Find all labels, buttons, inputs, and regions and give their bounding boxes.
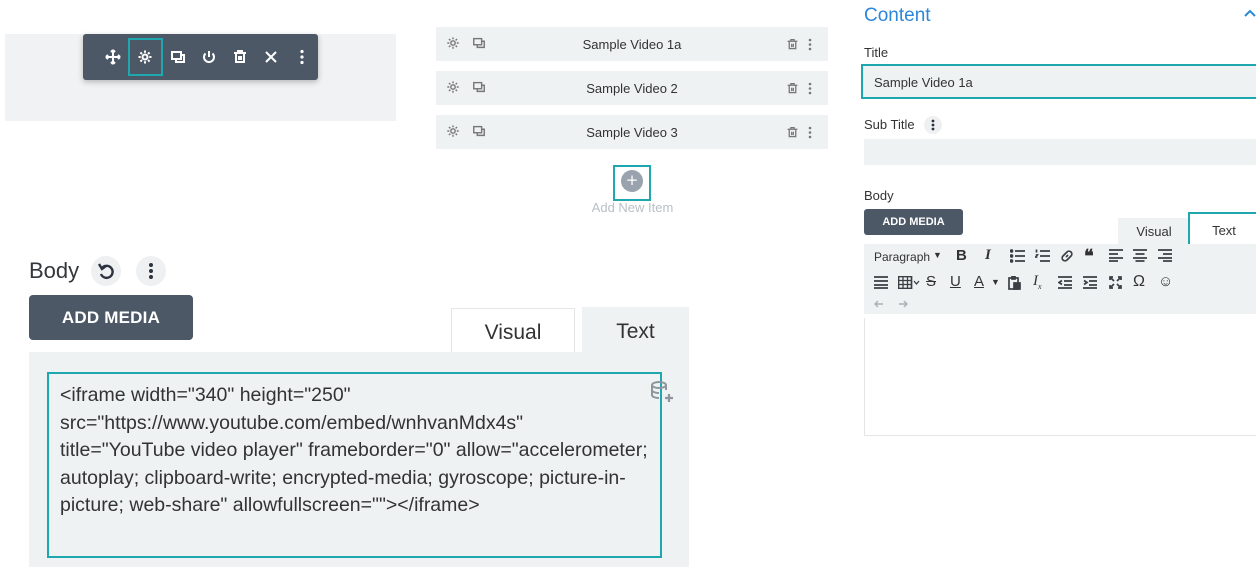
more-button[interactable]	[287, 38, 318, 76]
tab-visual[interactable]: Visual	[451, 308, 575, 356]
undo-icon[interactable]	[874, 300, 884, 308]
delete-button[interactable]	[225, 38, 256, 76]
caret-down-icon[interactable]: ▼	[933, 250, 942, 260]
subtitle-input[interactable]	[864, 139, 1256, 165]
subtitle-label: Sub Title	[864, 117, 915, 132]
italic-icon[interactable]: I	[985, 247, 991, 264]
bullet-list-icon[interactable]	[1010, 249, 1025, 263]
power-button[interactable]	[194, 38, 225, 76]
add-new-item-label[interactable]: Add New Item	[560, 200, 705, 215]
caret-down-icon[interactable]: ▼	[991, 277, 1000, 287]
format-select[interactable]: Paragraph	[874, 250, 930, 264]
link-icon[interactable]	[1060, 249, 1074, 263]
add-new-item-button[interactable]: +	[621, 170, 643, 192]
gear-icon[interactable]	[446, 124, 462, 140]
table-icon[interactable]	[898, 276, 920, 289]
more-icon[interactable]	[808, 82, 818, 95]
title-label: Title	[864, 45, 889, 60]
power-icon	[201, 49, 217, 65]
item-title: Sample Video 3	[586, 124, 678, 140]
align-center-icon[interactable]	[1133, 249, 1147, 262]
undo-icon	[97, 262, 115, 280]
trash-icon	[232, 49, 248, 65]
list-item[interactable]: Sample Video 2	[436, 71, 828, 105]
more-icon	[299, 49, 305, 65]
body-textarea[interactable]: <iframe width="340" height="250" src="ht…	[47, 372, 662, 558]
list-item[interactable]: Sample Video 3	[436, 115, 828, 149]
dynamic-content-icon[interactable]	[648, 380, 676, 406]
body-label: Body	[29, 258, 80, 283]
more-icon	[931, 119, 935, 131]
gear-icon[interactable]	[446, 36, 462, 52]
subtitle-options-button[interactable]	[924, 116, 942, 134]
duplicate-button[interactable]	[163, 38, 194, 76]
body-editor-area[interactable]	[864, 318, 1256, 436]
trash-icon[interactable]	[786, 126, 800, 139]
add-media-button[interactable]: ADD MEDIA	[864, 209, 963, 235]
tab-visual[interactable]: Visual	[1118, 218, 1190, 244]
underline-icon[interactable]: U	[950, 273, 961, 290]
editor-toolbar: Paragraph ▼ B I ❝ S U A ▼ Ix Ω ☺	[864, 244, 1256, 314]
more-options-button[interactable]	[136, 256, 166, 286]
gear-icon[interactable]	[446, 80, 462, 96]
reset-button[interactable]	[91, 256, 121, 286]
close-button[interactable]	[256, 38, 287, 76]
duplicate-icon	[170, 49, 186, 65]
item-title: Sample Video 1a	[582, 36, 682, 52]
text-color-icon[interactable]: A	[974, 273, 984, 290]
module-toolbar	[83, 34, 318, 80]
settings-button[interactable]	[128, 38, 163, 76]
paste-text-icon[interactable]	[1008, 276, 1021, 290]
list-item[interactable]: Sample Video 1a	[436, 27, 828, 61]
clear-formatting-icon[interactable]: Ix	[1033, 273, 1042, 291]
trash-icon[interactable]	[786, 38, 800, 51]
align-right-icon[interactable]	[1158, 249, 1172, 262]
item-title: Sample Video 2	[586, 80, 678, 96]
gear-icon	[137, 49, 153, 65]
more-icon[interactable]	[808, 126, 818, 139]
special-character-icon[interactable]: Ω	[1133, 273, 1145, 291]
strikethrough-icon[interactable]: S	[926, 273, 936, 290]
fullscreen-icon[interactable]	[1109, 276, 1122, 289]
chevron-up-icon[interactable]	[1244, 9, 1256, 17]
align-justify-icon[interactable]	[874, 276, 888, 289]
redo-icon[interactable]	[898, 300, 908, 308]
title-input[interactable]: Sample Video 1a	[861, 64, 1256, 99]
blockquote-icon[interactable]: ❝	[1084, 246, 1094, 267]
more-icon[interactable]	[808, 38, 818, 51]
add-media-button[interactable]: ADD MEDIA	[29, 295, 193, 340]
body-label: Body	[864, 188, 894, 203]
close-icon	[263, 49, 279, 65]
move-button[interactable]	[97, 38, 128, 76]
outdent-icon[interactable]	[1058, 276, 1072, 289]
emoji-icon[interactable]: ☺	[1158, 273, 1173, 290]
indent-icon[interactable]	[1083, 276, 1097, 289]
bold-icon[interactable]: B	[956, 247, 967, 264]
more-icon	[148, 262, 154, 280]
tab-text[interactable]: Text	[582, 307, 689, 356]
content-section-heading[interactable]: Content	[864, 5, 931, 27]
tab-text[interactable]: Text	[1188, 212, 1256, 248]
align-left-icon[interactable]	[1109, 249, 1123, 262]
trash-icon[interactable]	[786, 82, 800, 95]
move-icon	[104, 49, 121, 65]
numbered-list-icon[interactable]	[1035, 249, 1050, 263]
